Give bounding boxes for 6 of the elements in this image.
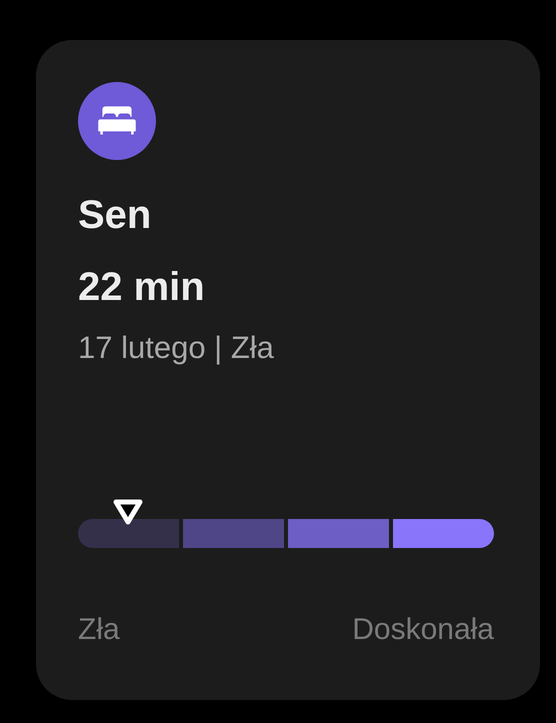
scale-min-label: Zła: [78, 612, 120, 648]
sleep-title: Sen: [78, 192, 152, 239]
sleep-duration: 22 min: [78, 264, 206, 311]
pointer-marker: [110, 498, 145, 526]
sleep-date-quality: 17 lutego | Zła: [78, 329, 275, 367]
scale-max-label: Doskonała: [352, 612, 494, 648]
